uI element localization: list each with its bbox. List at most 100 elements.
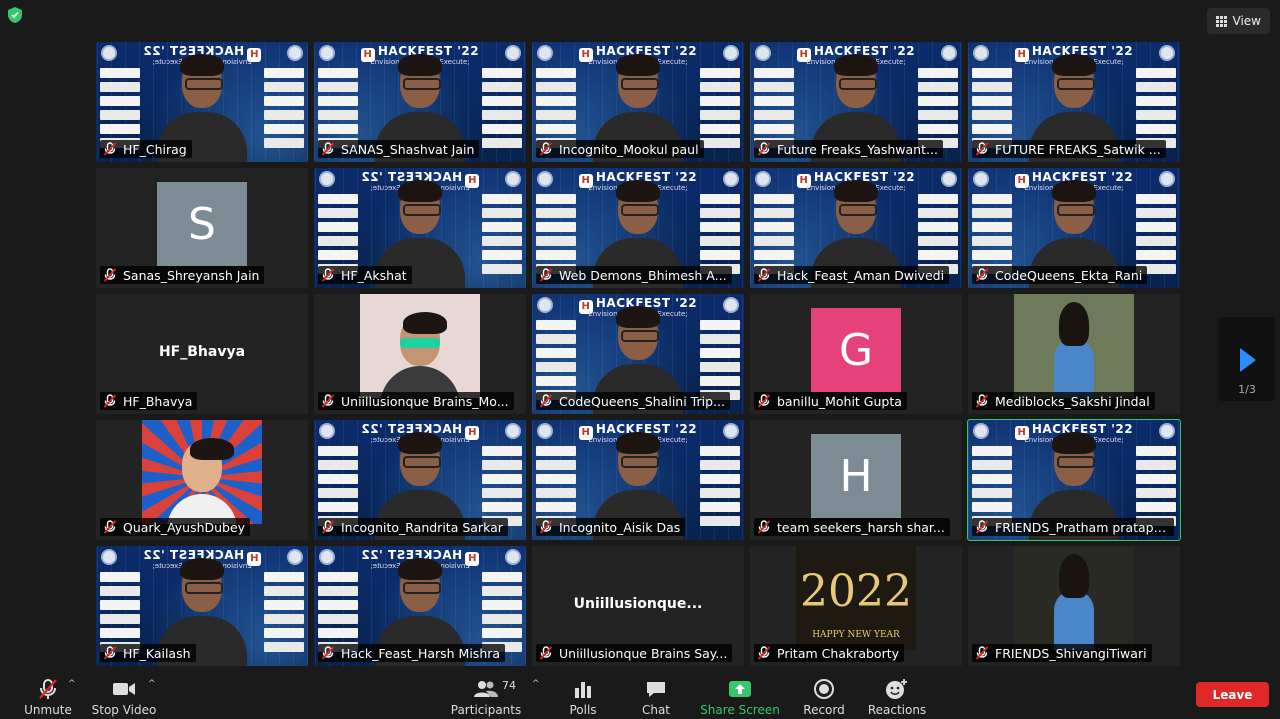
participant-tile[interactable]: HHACKFEST '22Envision; Evaluate; Execute… <box>750 168 962 288</box>
encryption-shield-icon[interactable] <box>7 6 23 24</box>
muted-mic-icon <box>539 520 553 534</box>
sponsor-logos <box>482 68 522 148</box>
participant-tile[interactable]: HHACKFEST '22Envision; Evaluate; Execute… <box>314 546 526 666</box>
muted-mic-icon <box>757 142 771 156</box>
gallery-grid: HHACKFEST '22Envision; Evaluate; Execute… <box>96 42 1181 666</box>
participant-tile[interactable]: HHACKFEST '22Envision; Evaluate; Execute… <box>532 42 744 162</box>
participant-tile[interactable]: Gbanillu_Mohit Gupta <box>750 294 962 414</box>
sponsor-logos <box>100 68 140 148</box>
sponsor-logos <box>918 194 958 274</box>
participant-name: HF_Kailash <box>123 645 191 661</box>
participant-name: FUTURE FREAKS_Satwik ... <box>995 141 1161 157</box>
sponsor-logos <box>700 194 740 274</box>
participant-tile[interactable]: Hteam seekers_harsh shar... <box>750 420 962 540</box>
participant-name-label: Mediblocks_Sakshi Jindal <box>972 392 1155 410</box>
polls-label: Polls <box>569 703 597 717</box>
sponsor-logos <box>100 572 140 652</box>
participant-tile[interactable]: HHACKFEST '22Envision; Evaluate; Execute… <box>532 420 744 540</box>
muted-mic-icon <box>757 268 771 282</box>
participant-name: FRIENDS_ShivangiTiwari <box>995 645 1147 661</box>
share-screen-button[interactable]: Share Screen <box>700 673 780 717</box>
participant-tile[interactable]: HHACKFEST '22Envision; Evaluate; Execute… <box>967 419 1181 541</box>
reactions-button[interactable]: Reactions <box>857 673 937 717</box>
sponsor-logos <box>754 194 794 274</box>
participant-avatar-cartoon <box>167 434 237 524</box>
participant-photo <box>1014 546 1134 650</box>
chat-button[interactable]: Chat <box>616 673 696 717</box>
muted-mic-icon <box>975 142 989 156</box>
sponsor-logos <box>264 572 304 652</box>
participant-name-label: Uniillusionque Brains_Mo... <box>318 392 514 410</box>
participants-icon <box>473 678 499 700</box>
participant-tile[interactable]: HHACKFEST '22Envision; Evaluate; Execute… <box>96 42 308 162</box>
stop-video-label: Stop Video <box>91 703 157 717</box>
participant-name: FRIENDS_Pratham pratap ... <box>995 519 1169 535</box>
participant-name: SANAS_Shashvat Jain <box>341 141 475 157</box>
next-page-button[interactable]: 1/3 <box>1219 317 1275 401</box>
participant-name-label: Incognito_Mookul paul <box>536 140 704 158</box>
participant-name-label: HF_Akshat <box>318 266 412 284</box>
muted-mic-icon <box>103 142 117 156</box>
sponsor-logos <box>700 68 740 148</box>
participant-tile[interactable]: HHACKFEST '22Envision; Evaluate; Execute… <box>968 168 1180 288</box>
participant-photo <box>142 420 262 524</box>
sponsor-logos <box>972 446 1012 526</box>
participant-name: Incognito_Aisik Das <box>559 519 681 535</box>
participant-tile[interactable]: Quark_AyushDubey <box>96 420 308 540</box>
participant-photo <box>1014 294 1134 398</box>
record-button[interactable]: Record <box>784 673 864 717</box>
leave-button[interactable]: Leave <box>1196 682 1269 707</box>
participant-tile[interactable]: S Sanas_Shreyansh Jain <box>96 168 308 288</box>
participant-avatar: S <box>157 182 247 266</box>
participant-name-label: Pritam Chakraborty <box>754 644 905 662</box>
video-options-caret-icon[interactable]: ^ <box>148 679 156 689</box>
unmute-button[interactable]: Unmute <box>8 673 88 717</box>
next-page-icon <box>1240 348 1256 372</box>
participant-tile[interactable]: HF_Bhavya HF_Bhavya <box>96 294 308 414</box>
video-camera-icon <box>111 678 137 700</box>
participant-tile[interactable]: HHACKFEST '22Envision; Evaluate; Execute… <box>750 42 962 162</box>
participant-tile[interactable]: HHACKFEST '22Envision; Evaluate; Execute… <box>532 168 744 288</box>
participant-tile[interactable]: Mediblocks_Sakshi Jindal <box>968 294 1180 414</box>
participant-name: Uniillusionque Brains Say... <box>559 645 728 661</box>
participant-name-label: team seekers_harsh shar... <box>754 518 950 536</box>
participant-tile[interactable]: Uniillusionque Brains_Mo... <box>314 294 526 414</box>
muted-mic-icon <box>103 646 117 660</box>
record-label: Record <box>803 703 845 717</box>
participant-tile[interactable]: FRIENDS_ShivangiTiwari <box>968 546 1180 666</box>
audio-options-caret-icon[interactable]: ^ <box>68 679 76 689</box>
participant-tile[interactable]: HHACKFEST '22Envision; Evaluate; Execute… <box>96 546 308 666</box>
participant-tile[interactable]: HHACKFEST '22Envision; Evaluate; Execute… <box>314 168 526 288</box>
participant-name: Web Demons_Bhimesh A... <box>559 267 727 283</box>
sponsor-logos <box>972 68 1012 148</box>
sponsor-logos <box>318 68 358 148</box>
muted-mic-icon <box>103 268 117 282</box>
participant-name-label: Hack_Feast_Harsh Mishra <box>318 644 506 662</box>
participant-tile[interactable]: HHACKFEST '22Envision; Evaluate; Execute… <box>314 420 526 540</box>
participant-tile[interactable]: HHACKFEST '22Envision; Evaluate; Execute… <box>968 42 1180 162</box>
participant-tile[interactable]: HHACKFEST '22Envision; Evaluate; Execute… <box>532 294 744 414</box>
participant-tile[interactable]: 2022 HAPPY NEW YEAR Pritam Chakraborty <box>750 546 962 666</box>
participant-name-label: Incognito_Aisik Das <box>536 518 686 536</box>
muted-mic-icon <box>757 394 771 408</box>
participant-tile[interactable]: HHACKFEST '22Envision; Evaluate; Execute… <box>314 42 526 162</box>
participant-name-label: SANAS_Shashvat Jain <box>318 140 480 158</box>
participant-name-label: FRIENDS_Pratham pratap ... <box>972 518 1174 536</box>
participant-name-label: Uniillusionque Brains Say... <box>536 644 733 662</box>
polls-button[interactable]: Polls <box>543 673 623 717</box>
sponsor-logos <box>318 194 358 274</box>
participant-name: Sanas_Shreyansh Jain <box>123 267 260 283</box>
new-year-year: 2022 <box>800 566 912 617</box>
emoji-plus-icon <box>884 678 910 700</box>
page-indicator: 1/3 <box>1238 383 1256 396</box>
participants-caret-icon[interactable]: ^ <box>532 679 540 689</box>
participant-tile[interactable]: Uniillusionque... Uniillusionque Brains S… <box>532 546 744 666</box>
muted-mic-icon <box>103 520 117 534</box>
participant-name-label: HF_Chirag <box>100 140 192 158</box>
muted-mic-icon <box>975 394 989 408</box>
participant-video <box>1049 298 1099 398</box>
view-button[interactable]: View <box>1206 8 1270 34</box>
sponsor-logos <box>482 572 522 652</box>
participant-name: Pritam Chakraborty <box>777 645 900 661</box>
sponsor-logos <box>264 68 304 148</box>
